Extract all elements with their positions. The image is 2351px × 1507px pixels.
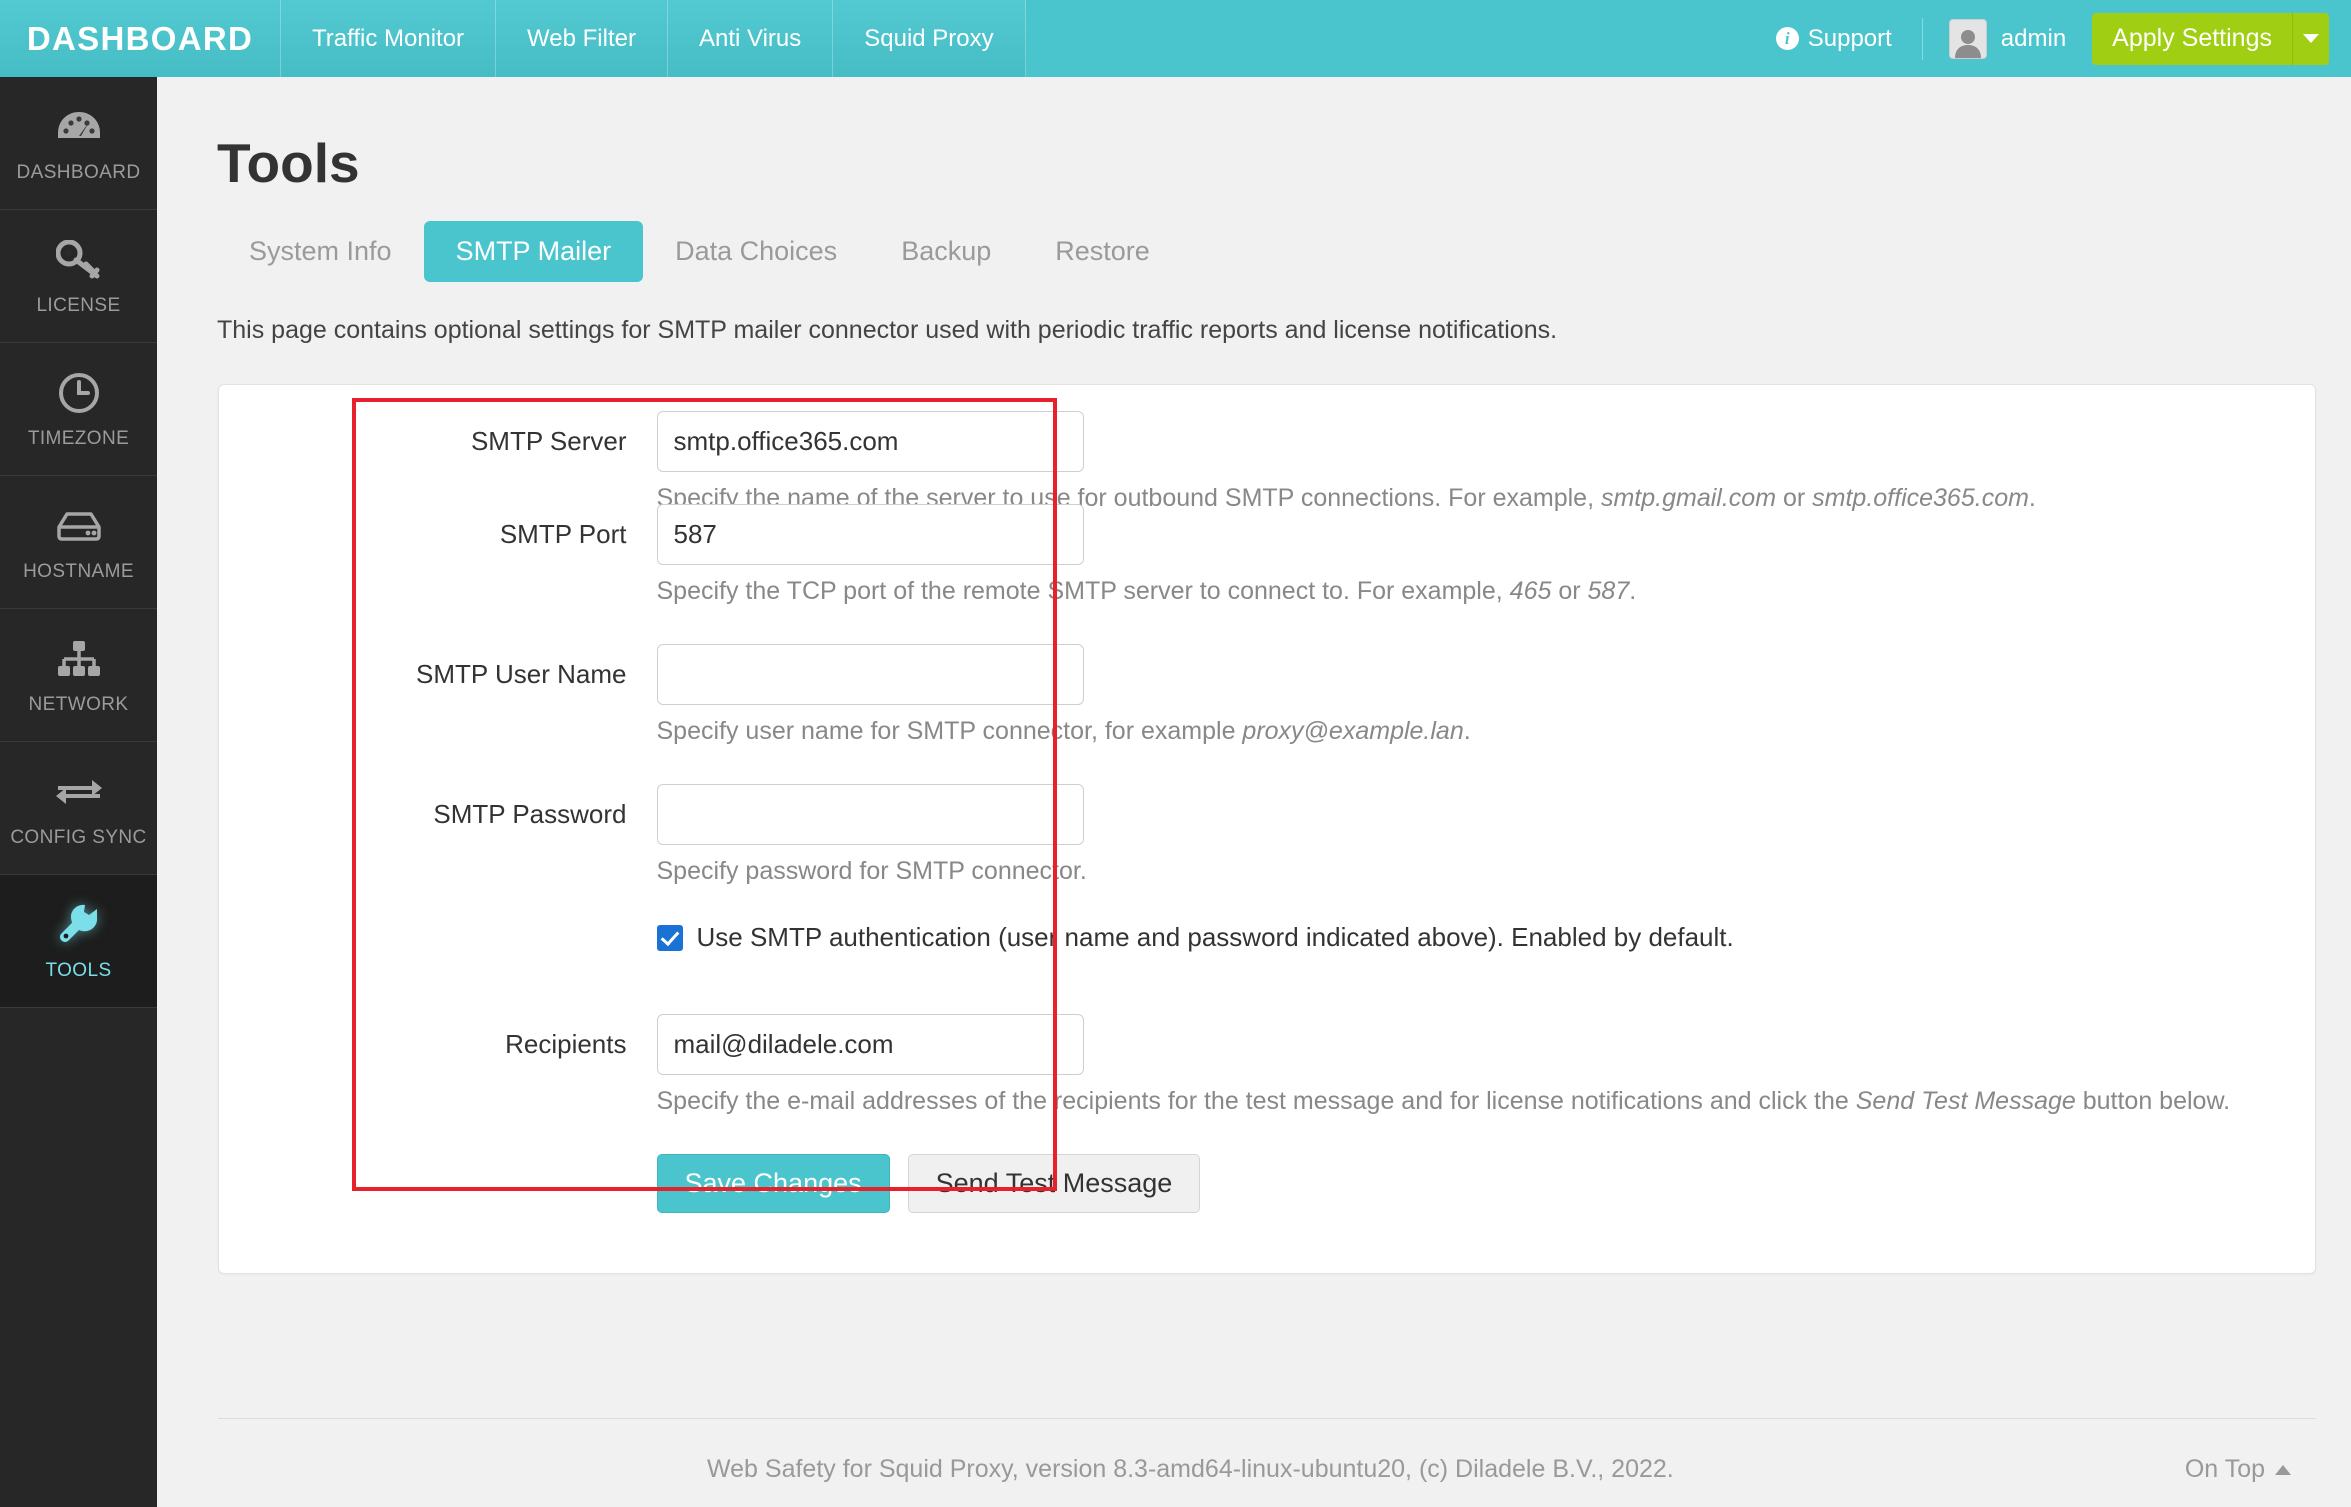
nav-item-web-filter[interactable]: Web Filter [495,0,667,77]
sidebar-item-timezone[interactable]: TIMEZONE [0,343,157,476]
help-text-mid: or [1551,577,1588,605]
field-row-smtp-password: SMTP Password Specify password for SMTP … [219,784,2315,886]
sitemap-icon [56,635,102,683]
help-text: Specify user name for SMTP connector, fo… [656,717,1243,745]
chevron-down-icon [2303,34,2319,43]
recipients-input[interactable] [656,1014,1084,1075]
top-right-group: i Support admin Apply Settings [1775,0,2351,77]
smtp-port-help: Specify the TCP port of the remote SMTP … [657,577,2316,606]
tab-backup[interactable]: Backup [869,221,1023,282]
main-content: Tools System Info SMTP Mailer Data Choic… [157,77,2351,1507]
sidebar-item-dashboard[interactable]: DASHBOARD [0,77,157,210]
send-test-message-button[interactable]: Send Test Message [907,1154,1201,1213]
user-menu[interactable]: admin [1923,18,2092,59]
nav-item-traffic-monitor[interactable]: Traffic Monitor [280,0,496,77]
top-header-bar: DASHBOARD Traffic Monitor Web Filter Ant… [0,0,2351,77]
footer: Web Safety for Squid Proxy, version 8.3-… [157,1432,2351,1507]
wrench-icon [57,901,101,949]
field-row-smtp-server: SMTP Server Specify the name of the serv… [219,411,2315,513]
action-button-row: Save Changes Send Test Message [656,1154,2316,1213]
support-link[interactable]: i Support [1775,17,1923,60]
sidebar-item-label: DASHBOARD [16,161,141,183]
support-label: Support [1807,24,1892,52]
sidebar-item-label: HOSTNAME [23,560,134,582]
use-smtp-auth-label: Use SMTP authentication (user name and p… [696,922,1734,952]
clock-icon [57,369,101,417]
apply-settings-dropdown-toggle[interactable] [2293,12,2329,65]
help-text-post: button below. [2075,1087,2231,1115]
recipients-label: Recipients [505,1029,627,1059]
apply-settings-button[interactable]: Apply Settings [2092,12,2293,65]
top-nav: Traffic Monitor Web Filter Anti Virus Sq… [280,0,1026,77]
smtp-server-input[interactable] [656,411,1084,472]
on-top-label: On Top [2184,1455,2265,1483]
page-description: This page contains optional settings for… [217,316,1558,344]
sidebar-item-label: TIMEZONE [27,427,130,449]
recipients-help: Specify the e-mail addresses of the reci… [657,1087,2316,1116]
help-example-1: Send Test Message [1855,1087,2076,1115]
field-row-recipients: Recipients Specify the e-mail addresses … [219,1014,2315,1116]
tab-bar: System Info SMTP Mailer Data Choices Bac… [217,221,2351,282]
smtp-user-name-label: SMTP User Name [416,659,627,689]
sidebar-item-network[interactable]: NETWORK [0,609,157,742]
smtp-port-label: SMTP Port [499,519,627,549]
chevron-up-icon [2275,1464,2291,1475]
info-circle-icon: i [1775,27,1799,50]
on-top-toggle[interactable]: On Top [2185,1455,2291,1484]
field-row-smtp-user-name: SMTP User Name Specify user name for SMT… [219,644,2315,746]
sidebar-item-label: CONFIG SYNC [10,826,147,848]
help-example-1: proxy@example.lan [1242,717,1464,745]
apply-settings-group: Apply Settings [2092,12,2329,65]
smtp-settings-card: SMTP Server Specify the name of the serv… [218,384,2316,1274]
sidebar-item-label: LICENSE [36,294,121,316]
user-avatar-icon [1948,18,1987,59]
help-text-post: . [1463,717,1471,745]
top-nav-spacer [1026,0,1776,77]
sidebar: DASHBOARD LICENSE TIMEZONE HOSTNAME NETW… [0,77,157,1507]
sidebar-item-license[interactable]: LICENSE [0,210,157,343]
smtp-password-label: SMTP Password [433,799,627,829]
help-text-post: . [1629,577,1637,605]
field-row-smtp-port: SMTP Port Specify the TCP port of the re… [219,504,2315,606]
help-example-1: 465 [1509,577,1552,605]
use-smtp-auth-row: Use SMTP authentication (user name and p… [656,922,2316,953]
use-smtp-auth-checkbox[interactable] [656,924,683,951]
exchange-arrows-icon [54,768,104,816]
field-row-actions: Save Changes Send Test Message [219,1154,2315,1213]
sidebar-item-label: NETWORK [28,693,129,715]
smtp-password-help: Specify password for SMTP connector. [656,857,1087,885]
tab-smtp-mailer[interactable]: SMTP Mailer [423,221,644,282]
footer-version-text: Web Safety for Squid Proxy, version 8.3-… [707,1455,1674,1483]
smtp-server-label: SMTP Server [470,426,627,456]
server-icon [55,502,103,550]
footer-separator [218,1418,2316,1419]
user-name: admin [2000,24,2067,52]
sidebar-item-config-sync[interactable]: CONFIG SYNC [0,742,157,875]
tab-system-info[interactable]: System Info [217,221,424,282]
help-example-2: 587 [1587,577,1630,605]
tab-data-choices[interactable]: Data Choices [643,221,869,282]
field-row-use-smtp-auth: Use SMTP authentication (user name and p… [219,922,2315,953]
nav-item-anti-virus[interactable]: Anti Virus [666,0,833,77]
tab-restore[interactable]: Restore [1023,221,1182,282]
sidebar-item-tools[interactable]: TOOLS [0,875,157,1008]
nav-item-squid-proxy[interactable]: Squid Proxy [832,0,1026,77]
smtp-user-name-input[interactable] [656,644,1084,705]
brand-logo[interactable]: DASHBOARD [0,0,280,77]
gauge-icon [56,103,102,151]
smtp-port-input[interactable] [656,504,1084,565]
save-changes-button[interactable]: Save Changes [656,1154,890,1213]
smtp-password-input[interactable] [656,784,1084,845]
sidebar-item-hostname[interactable]: HOSTNAME [0,476,157,609]
smtp-user-name-help: Specify user name for SMTP connector, fo… [657,717,2316,746]
page-title: Tools [217,132,360,194]
help-text: Specify the TCP port of the remote SMTP … [656,577,1510,605]
sidebar-item-label: TOOLS [45,959,112,981]
key-icon [55,236,102,284]
help-text: Specify the e-mail addresses of the reci… [656,1087,1856,1115]
